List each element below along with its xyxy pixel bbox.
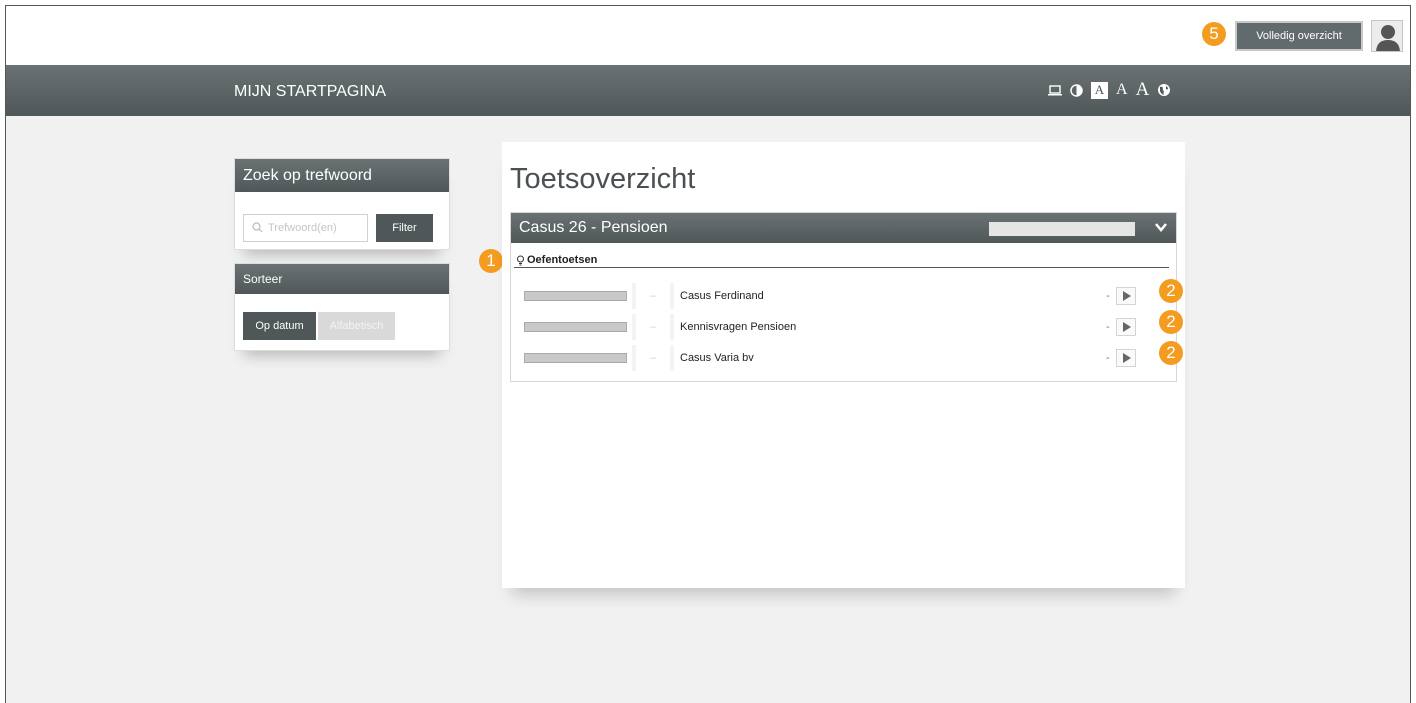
casus-header[interactable]: Casus 26 - Pensioen: [511, 213, 1176, 243]
test-name: Kennisvragen Pensioen: [674, 314, 1149, 340]
section-label: Oefentoetsen: [516, 254, 597, 266]
navbar: MIJN STARTPAGINA A A A: [6, 65, 1410, 116]
avatar[interactable]: [1371, 20, 1403, 52]
row-status: -: [1106, 321, 1110, 333]
row-progress-bar: [524, 322, 627, 332]
row-status: -: [1106, 352, 1110, 364]
lightbulb-icon: [517, 255, 524, 265]
row-progress-bar: [524, 353, 627, 363]
row-progress-bar: [524, 291, 627, 301]
font-size-large-button[interactable]: A: [1136, 79, 1150, 101]
search-icon: [252, 222, 263, 233]
page-title: MIJN STARTPAGINA: [234, 83, 387, 100]
user-icon: [1376, 25, 1400, 51]
section-title: Oefentoetsen: [527, 254, 598, 266]
sort-by-date-button[interactable]: Op datum: [243, 312, 316, 340]
casus-block: Casus 26 - Pensioen Oefentoetsen – Casus…: [510, 212, 1177, 382]
test-row: – Casus Ferdinand -: [519, 283, 1149, 309]
monitor-icon[interactable]: [1048, 84, 1062, 96]
contrast-icon[interactable]: [1070, 83, 1083, 97]
callout-1: 1: [479, 249, 503, 273]
font-size-small-button[interactable]: A: [1091, 81, 1108, 99]
test-name: Casus Ferdinand: [674, 283, 1149, 309]
font-size-medium-button[interactable]: A: [1116, 81, 1128, 99]
row-progress-cell: [519, 283, 632, 309]
callout-2: 2: [1159, 279, 1183, 303]
test-row: – Kennisvragen Pensioen -: [519, 314, 1149, 340]
divider: [514, 267, 1169, 268]
row-score: –: [636, 345, 670, 371]
play-button[interactable]: [1116, 318, 1136, 336]
sort-alphabetical-button[interactable]: Alfabetisch: [318, 312, 395, 340]
play-icon: [1123, 291, 1131, 301]
test-name: Casus Varia bv: [674, 345, 1149, 371]
search-panel: Zoek op trefwoord Trefwoord(en) Filter: [234, 158, 450, 250]
top-bar: 5 Volledig overzicht: [6, 6, 1410, 65]
search-panel-title: Zoek op trefwoord: [235, 159, 449, 192]
chevron-down-icon[interactable]: [1154, 220, 1168, 234]
row-score: –: [636, 283, 670, 309]
sort-panel-title: Sorteer: [235, 264, 449, 294]
app-frame: 5 Volledig overzicht MIJN STARTPAGINA A …: [5, 5, 1411, 703]
casus-title: Casus 26 - Pensioen: [519, 219, 668, 236]
sort-panel: Sorteer Op datum Alfabetisch: [234, 263, 450, 351]
row-progress-cell: [519, 314, 632, 340]
full-overview-button[interactable]: Volledig overzicht: [1235, 21, 1363, 51]
filter-button[interactable]: Filter: [376, 214, 433, 242]
test-row: – Casus Varia bv -: [519, 345, 1149, 371]
play-button[interactable]: [1116, 349, 1136, 367]
main-title: Toetsoverzicht: [510, 163, 696, 195]
play-icon: [1123, 322, 1131, 332]
play-button[interactable]: [1116, 287, 1136, 305]
globe-icon[interactable]: [1157, 83, 1171, 97]
play-icon: [1123, 353, 1131, 363]
search-placeholder: Trefwoord(en): [268, 222, 337, 234]
callout-5: 5: [1202, 22, 1226, 46]
callout-2: 2: [1159, 341, 1183, 365]
callout-2: 2: [1159, 310, 1183, 334]
accessibility-tools: A A A: [1048, 79, 1171, 101]
row-score: –: [636, 314, 670, 340]
row-status: -: [1106, 290, 1110, 302]
search-input[interactable]: Trefwoord(en): [243, 214, 368, 242]
row-progress-cell: [519, 345, 632, 371]
test-overview-panel: Toetsoverzicht Casus 26 - Pensioen Oefen…: [502, 142, 1185, 588]
casus-progress-bar: [989, 222, 1135, 236]
